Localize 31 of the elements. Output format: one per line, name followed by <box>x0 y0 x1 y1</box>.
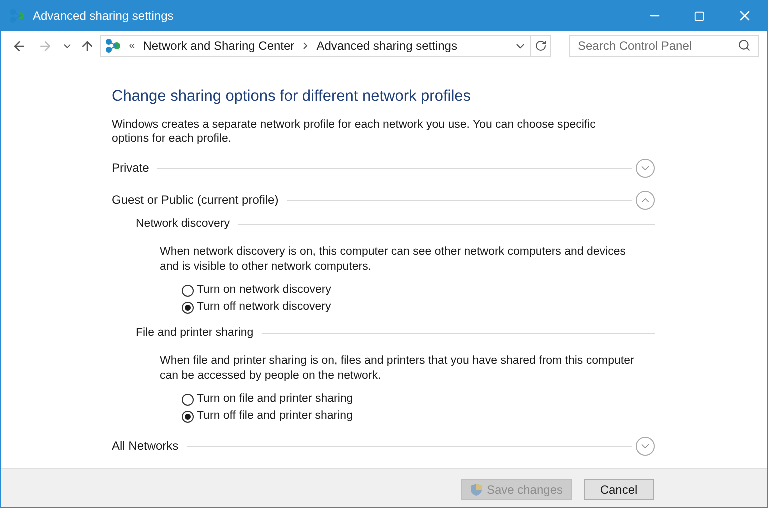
cancel-button[interactable]: Cancel <box>584 479 654 500</box>
search-icon <box>738 39 751 52</box>
radio-button[interactable] <box>182 410 194 423</box>
window-title: Advanced sharing settings <box>33 8 174 25</box>
section-title: Network discovery <box>136 216 230 232</box>
section-description: When file and printer sharing is on, files and printers that you have shared from this computer can be accessed by people on the network. <box>159 354 636 384</box>
section-description: When network discovery is on, this computer can see other network computers and devices and is visible to other network computers. <box>159 245 627 276</box>
breadcrumb[interactable]: Network and Sharing Center <box>143 37 295 55</box>
profile-title: Private <box>112 160 150 178</box>
refresh-icon <box>534 40 547 52</box>
profile-title: All Networks <box>112 438 179 456</box>
network-icon <box>9 9 25 23</box>
radio-option[interactable]: Turn on file and printer sharing <box>182 392 354 408</box>
separator-icon <box>302 42 309 50</box>
search-field[interactable]: Search Control Panel <box>569 35 759 57</box>
radio-button[interactable] <box>182 284 194 297</box>
breadcrumb[interactable]: Advanced sharing settings <box>316 37 458 55</box>
radio-option[interactable]: Turn off file and printer sharing <box>182 409 353 424</box>
overflow-chevron[interactable]: « <box>129 38 136 54</box>
profile-title: Guest or Public (current profile) <box>112 192 279 210</box>
radio-button[interactable] <box>182 302 194 314</box>
forward-arrow-icon <box>38 38 54 54</box>
section-title: File and printer sharing <box>136 326 254 341</box>
address-bar[interactable]: « Network and Sharing Center Advanced sharing settings <box>100 35 552 57</box>
maximize-icon <box>694 10 705 22</box>
network-icon <box>105 39 122 53</box>
intro-text: Windows creates a separate network profile for each network you use. You can choose specific options for each profile. <box>112 118 597 146</box>
radio-button[interactable] <box>182 394 194 406</box>
radio-option[interactable]: Turn on network discovery <box>182 283 332 298</box>
radio-option[interactable]: Turn off network discovery <box>182 300 332 316</box>
page-heading: Change sharing options for different network profiles <box>112 87 472 107</box>
